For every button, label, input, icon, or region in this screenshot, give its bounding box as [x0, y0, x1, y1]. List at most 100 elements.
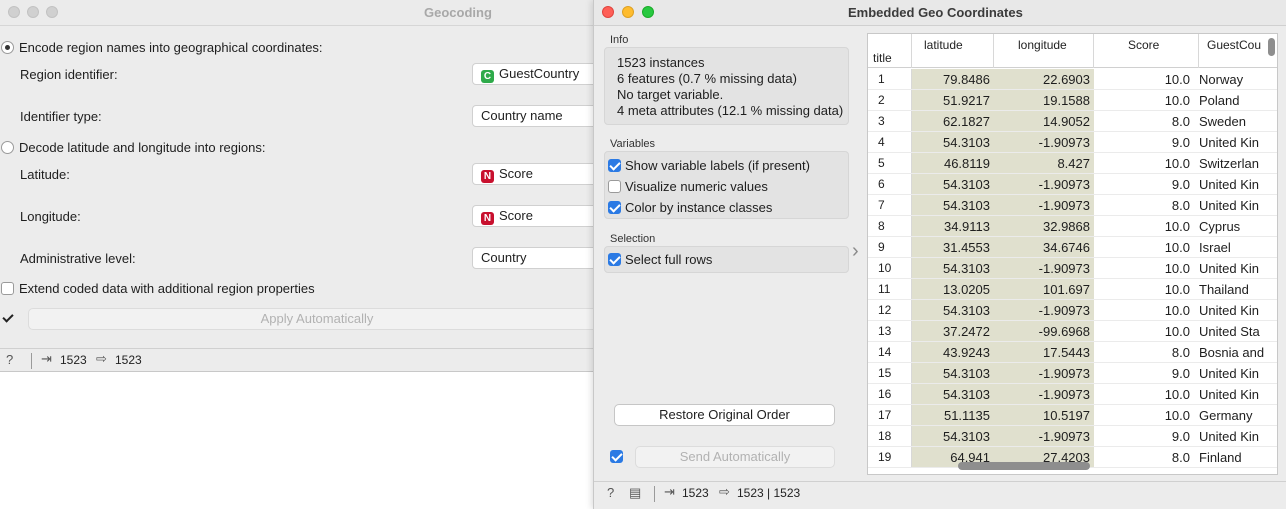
cell-guest-country: Bosnia and	[1199, 345, 1265, 360]
table-row[interactable]: 14 43.9243 17.5443 8.0 Bosnia and	[868, 342, 1277, 363]
cell-guest-country: Poland	[1199, 93, 1240, 108]
row-index: 3	[868, 111, 912, 132]
selection-title: Selection	[610, 233, 656, 245]
cell-latitude: 51.9217	[912, 90, 994, 111]
cell-score: 10.0	[1164, 261, 1190, 276]
cell-score: 10.0	[1164, 303, 1190, 318]
cell-score: 8.0	[1171, 114, 1190, 129]
header-longitude[interactable]: longitude	[994, 34, 1094, 68]
zoom-window-button[interactable]	[46, 6, 58, 18]
table-row[interactable]: 16 54.3103 -1.90973 10.0 United Kin	[868, 384, 1277, 405]
close-window-button[interactable]	[602, 6, 614, 18]
cell-latitude: 37.2472	[912, 321, 994, 342]
table-row[interactable]: 4 54.3103 -1.90973 9.0 United Kin	[868, 132, 1277, 153]
cell-longitude: -1.90973	[994, 132, 1094, 153]
minimize-window-button[interactable]	[622, 6, 634, 18]
table-row[interactable]: 18 54.3103 -1.90973 9.0 United Kin	[868, 426, 1277, 447]
info-title: Info	[610, 34, 629, 46]
row-index: 16	[868, 384, 912, 405]
info-line: 4 meta attributes (12.1 % missing data)	[617, 103, 844, 118]
vertical-scrollbar[interactable]	[1268, 38, 1275, 56]
table-row[interactable]: 7 54.3103 -1.90973 8.0 United Kin	[868, 195, 1277, 216]
latitude-combo[interactable]: N Score	[472, 163, 603, 185]
cell-longitude: -1.90973	[994, 426, 1094, 447]
collapse-panel-arrow[interactable]: ›	[852, 240, 859, 263]
cell-latitude: 54.3103	[912, 300, 994, 321]
minimize-window-button[interactable]	[27, 6, 39, 18]
cell-guest-country: Switzerlan	[1199, 156, 1259, 171]
numeric-variable-icon: N	[481, 212, 494, 225]
horizontal-scrollbar[interactable]	[958, 462, 1090, 470]
table-row[interactable]: 11 13.0205 101.697 10.0 Thailand	[868, 279, 1277, 300]
cell-latitude: 54.3103	[912, 195, 994, 216]
cell-longitude: 34.6746	[994, 237, 1094, 258]
variables-box: Show variable labels (if present) Visual…	[604, 151, 849, 219]
cell-latitude: 62.1827	[912, 111, 994, 132]
show-labels-checkbox[interactable]	[608, 159, 621, 172]
table-row[interactable]: 9 31.4553 34.6746 10.0 Israel	[868, 237, 1277, 258]
report-icon[interactable]: ▤	[629, 485, 641, 501]
cell-score: 9.0	[1171, 429, 1190, 444]
row-index: 6	[868, 174, 912, 195]
table-row[interactable]: 10 54.3103 -1.90973 10.0 United Kin	[868, 258, 1277, 279]
region-identifier-label: Region identifier:	[20, 67, 118, 82]
cell-latitude: 54.3103	[912, 258, 994, 279]
table-row[interactable]: 5 46.8119 8.427 10.0 Switzerlan	[868, 153, 1277, 174]
send-automatically-button[interactable]: Send Automatically	[635, 446, 835, 468]
cell-latitude: 54.3103	[912, 426, 994, 447]
table-row[interactable]: 6 54.3103 -1.90973 9.0 United Kin	[868, 174, 1277, 195]
table-row[interactable]: 8 34.9113 32.9868 10.0 Cyprus	[868, 216, 1277, 237]
cell-guest-country: United Sta	[1199, 324, 1260, 339]
decode-radio[interactable]	[1, 141, 14, 154]
cell-score: 10.0	[1164, 219, 1190, 234]
zoom-window-button[interactable]	[642, 6, 654, 18]
header-guest-country[interactable]: GuestCou	[1199, 34, 1277, 68]
encode-label: Encode region names into geographical co…	[19, 40, 323, 55]
extend-checkbox[interactable]	[1, 282, 14, 295]
region-identifier-combo[interactable]: C GuestCountry	[472, 63, 603, 85]
send-auto-checkbox[interactable]	[610, 450, 623, 463]
cell-longitude: -1.90973	[994, 195, 1094, 216]
admin-level-combo[interactable]: Country	[472, 247, 603, 269]
table-row[interactable]: 3 62.1827 14.9052 8.0 Sweden	[868, 111, 1277, 132]
color-by-class-checkbox[interactable]	[608, 201, 621, 214]
cell-longitude: 32.9868	[994, 216, 1094, 237]
table-row[interactable]: 17 51.1135 10.5197 10.0 Germany	[868, 405, 1277, 426]
table-row[interactable]: 15 54.3103 -1.90973 9.0 United Kin	[868, 363, 1277, 384]
cell-latitude: 13.0205	[912, 279, 994, 300]
cell-guest-country: Thailand	[1199, 282, 1249, 297]
data-table[interactable]: title latitude longitude Score GuestCou …	[867, 33, 1278, 475]
visualize-numeric-checkbox[interactable]	[608, 180, 621, 193]
header-latitude[interactable]: latitude	[912, 34, 994, 68]
cell-guest-country: United Kin	[1199, 429, 1259, 444]
cell-guest-country: United Kin	[1199, 177, 1259, 192]
table-row[interactable]: 12 54.3103 -1.90973 10.0 United Kin	[868, 300, 1277, 321]
auto-apply-checkbox[interactable]	[2, 312, 15, 325]
table-row[interactable]: 13 37.2472 -99.6968 10.0 United Sta	[868, 321, 1277, 342]
longitude-combo[interactable]: N Score	[472, 205, 603, 227]
cell-latitude: 31.4553	[912, 237, 994, 258]
header-score[interactable]: Score	[1094, 34, 1199, 68]
encode-radio[interactable]	[1, 41, 14, 54]
window-title: Embedded Geo Coordinates	[848, 5, 1023, 20]
header-title[interactable]: title	[868, 34, 912, 68]
table-row[interactable]: 1 79.8486 22.6903 10.0 Norway	[868, 69, 1277, 90]
restore-order-button[interactable]: Restore Original Order	[614, 404, 835, 426]
cell-score: 10.0	[1164, 240, 1190, 255]
embedded-geo-window: Embedded Geo Coordinates Info 1523 insta…	[593, 0, 1286, 509]
help-icon[interactable]: ?	[607, 485, 614, 500]
cell-latitude: 54.3103	[912, 363, 994, 384]
apply-button[interactable]: Apply Automatically	[28, 308, 603, 330]
cell-guest-country: United Kin	[1199, 135, 1259, 150]
cell-longitude: 17.5443	[994, 342, 1094, 363]
identifier-type-combo[interactable]: Country name	[472, 105, 603, 127]
help-icon[interactable]: ?	[6, 352, 13, 367]
input-count: 1523	[60, 353, 87, 367]
cell-score: 10.0	[1164, 408, 1190, 423]
cell-latitude: 34.9113	[912, 216, 994, 237]
cell-guest-country: Germany	[1199, 408, 1253, 423]
cell-longitude: 19.1588	[994, 90, 1094, 111]
close-window-button[interactable]	[8, 6, 20, 18]
table-row[interactable]: 2 51.9217 19.1588 10.0 Poland	[868, 90, 1277, 111]
select-full-rows-checkbox[interactable]	[608, 253, 621, 266]
